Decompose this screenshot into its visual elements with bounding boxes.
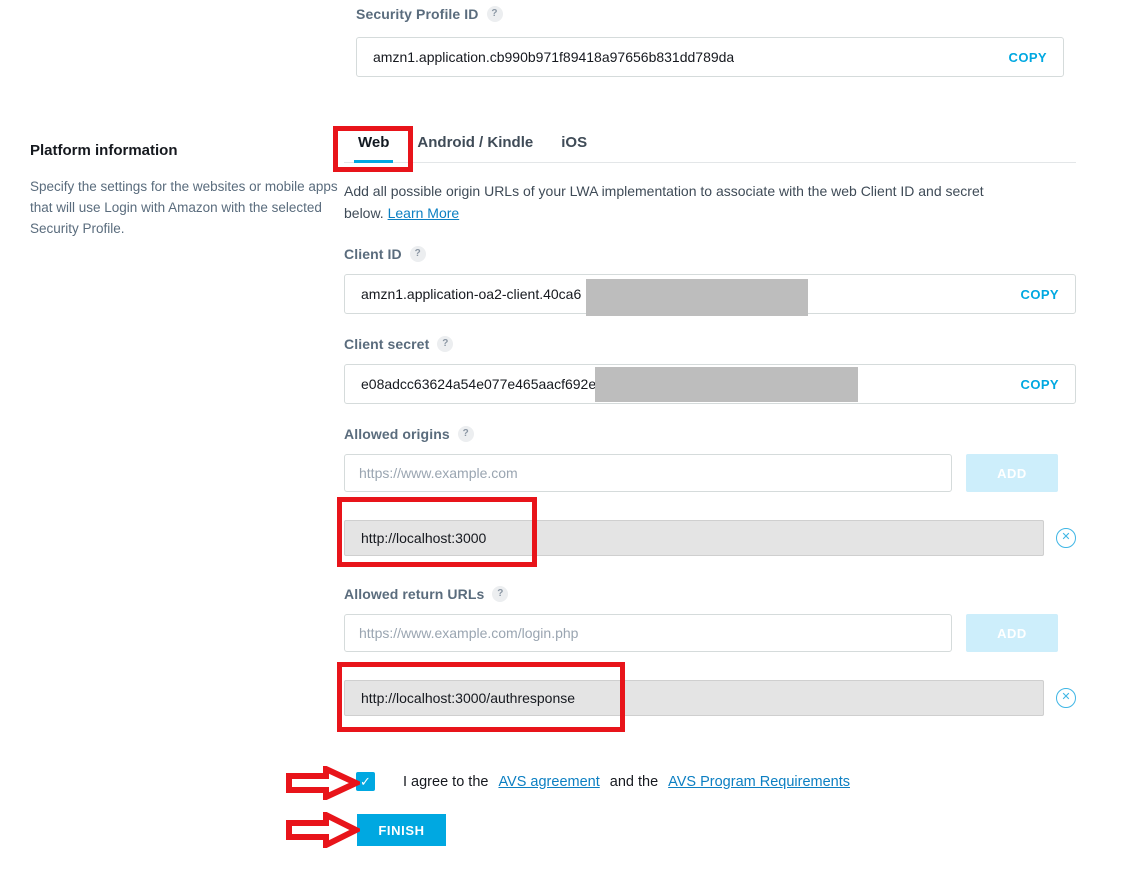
question-mark-icon[interactable]: ?	[437, 336, 454, 352]
allowed-return-urls-input-wrapper	[344, 614, 952, 652]
client-id-label-text: Client ID	[344, 246, 402, 262]
circle-x-icon[interactable]: ✕	[1056, 688, 1076, 708]
security-profile-id-field: amzn1.application.cb990b971f89418a97656b…	[356, 37, 1064, 77]
platform-tabs: Web Android / Kindle iOS	[344, 128, 1076, 163]
client-id-value: amzn1.application-oa2-client.40ca6	[361, 286, 582, 302]
client-secret-label: Client secret ?	[344, 336, 1076, 352]
allowed-return-urls-label-text: Allowed return URLs	[344, 586, 485, 602]
agreement-prefix-text: I agree to the	[403, 773, 489, 790]
avs-agreement-link[interactable]: AVS agreement	[498, 774, 599, 790]
client-secret-label-text: Client secret	[344, 336, 430, 352]
circle-x-icon[interactable]: ✕	[1056, 528, 1076, 548]
question-mark-icon[interactable]: ?	[486, 6, 503, 22]
learn-more-link[interactable]: Learn More	[388, 205, 460, 221]
add-allowed-return-url-button[interactable]: ADD	[966, 614, 1058, 652]
finish-button[interactable]: FINISH	[357, 814, 446, 846]
question-mark-icon[interactable]: ?	[492, 586, 509, 602]
allowed-return-url-entry-value: http://localhost:3000/authresponse	[361, 690, 576, 706]
security-profile-id-value: amzn1.application.cb990b971f89418a97656b…	[373, 49, 735, 65]
security-profile-id-section: Security Profile ID ? amzn1.application.…	[356, 6, 1064, 77]
client-secret-value: e08adcc63624a54e077e465aacf692e	[361, 376, 597, 392]
copy-client-secret-button[interactable]: COPY	[1010, 376, 1059, 392]
allowed-origins-input[interactable]	[344, 454, 952, 492]
allowed-return-urls-entry-row: http://localhost:3000/authresponse ✕	[344, 680, 1076, 716]
tab-web[interactable]: Web	[344, 128, 403, 163]
allowed-return-urls-input-row: ADD	[344, 614, 1076, 652]
platform-information-description: Specify the settings for the websites or…	[30, 179, 338, 236]
agreement-middle-text: and the	[609, 773, 659, 790]
question-mark-icon[interactable]: ?	[409, 246, 426, 262]
allowed-origins-entry-row: http://localhost:3000 ✕	[344, 520, 1076, 556]
agreement-checkbox[interactable]: ✓	[356, 772, 375, 791]
add-allowed-origin-button[interactable]: ADD	[966, 454, 1058, 492]
allowed-origins-input-wrapper	[344, 454, 952, 492]
page-root: Security Profile ID ? amzn1.application.…	[0, 0, 1122, 873]
security-profile-id-label: Security Profile ID ?	[356, 6, 1064, 22]
platform-information-title: Platform information	[30, 142, 178, 159]
platform-panel: Web Android / Kindle iOS Add all possibl…	[344, 128, 1076, 716]
annotation-arrow-finish-button	[286, 810, 363, 850]
client-secret-field: e08adcc63624a54e077e465aacf692e COPY	[344, 364, 1076, 404]
allowed-return-urls-section: Allowed return URLs ? ADD http://localho…	[344, 586, 1076, 716]
allowed-origins-label: Allowed origins ?	[344, 426, 1076, 442]
agreement-row: ✓ I agree to the AVS agreement and the A…	[356, 772, 850, 791]
security-profile-id-label-text: Security Profile ID	[356, 6, 479, 22]
client-id-redaction-overlay	[586, 279, 808, 316]
platform-information-sidebar: Platform information Specify the setting…	[30, 142, 345, 239]
copy-client-id-button[interactable]: COPY	[1010, 286, 1059, 302]
tab-android-kindle[interactable]: Android / Kindle	[403, 128, 547, 162]
copy-security-profile-id-button[interactable]: COPY	[998, 49, 1047, 65]
question-mark-icon[interactable]: ?	[457, 426, 474, 442]
allowed-origin-entry: http://localhost:3000	[344, 520, 1044, 556]
client-secret-section: Client secret ? e08adcc63624a54e077e465a…	[344, 336, 1076, 404]
allowed-origins-label-text: Allowed origins	[344, 426, 450, 442]
allowed-origin-entry-value: http://localhost:3000	[361, 530, 487, 546]
client-id-label: Client ID ?	[344, 246, 1076, 262]
annotation-arrow-checkbox	[286, 764, 364, 802]
allowed-return-urls-label: Allowed return URLs ?	[344, 586, 1076, 602]
allowed-return-url-entry: http://localhost:3000/authresponse	[344, 680, 1044, 716]
allowed-origins-input-row: ADD	[344, 454, 1076, 492]
client-id-section: Client ID ? amzn1.application-oa2-client…	[344, 246, 1076, 316]
allowed-return-urls-input[interactable]	[344, 614, 952, 652]
client-id-field: amzn1.application-oa2-client.40ca6 COPY	[344, 274, 1076, 316]
panel-description: Add all possible origin URLs of your LWA…	[344, 180, 994, 224]
avs-program-requirements-link[interactable]: AVS Program Requirements	[668, 774, 850, 790]
allowed-origins-section: Allowed origins ? ADD http://localhost:3…	[344, 426, 1076, 556]
client-secret-redaction-overlay	[595, 367, 858, 402]
tab-ios[interactable]: iOS	[547, 128, 601, 162]
